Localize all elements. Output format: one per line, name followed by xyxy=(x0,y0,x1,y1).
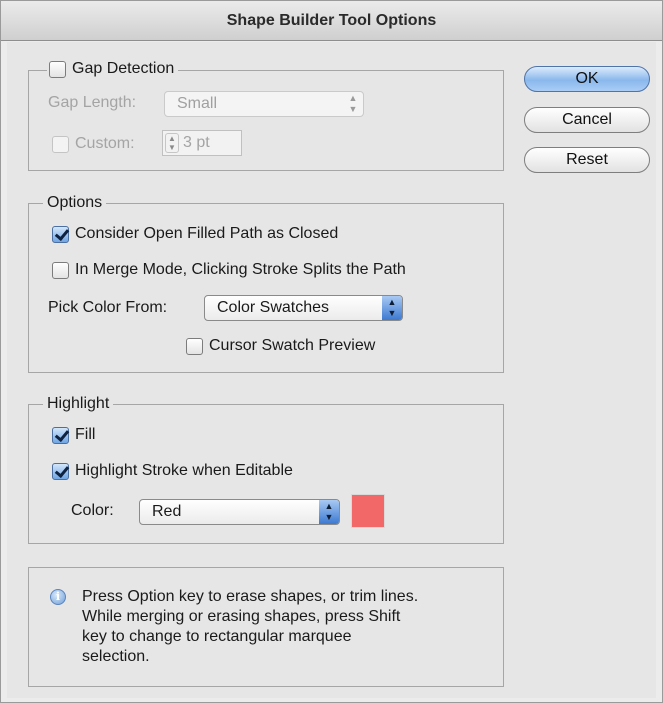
cursor-preview-label: Cursor Swatch Preview xyxy=(209,337,376,354)
custom-stepper-icon[interactable]: ▲ ▼ xyxy=(165,133,179,153)
highlight-color-swatch[interactable] xyxy=(351,494,385,528)
custom-toggle[interactable]: Custom: xyxy=(52,135,135,153)
custom-value-stepper[interactable]: ▲ ▼ 3 pt xyxy=(162,130,242,156)
gap-detection-group xyxy=(28,70,504,171)
pick-color-select[interactable]: Color Swatches ▲ ▼ xyxy=(204,295,403,321)
gap-detection-checkbox[interactable] xyxy=(49,60,66,78)
dialog-title: Shape Builder Tool Options xyxy=(1,1,662,41)
gap-length-chevron-icon: ▲ ▼ xyxy=(348,93,358,114)
fill-checkbox[interactable] xyxy=(52,426,69,444)
merge-mode-label: In Merge Mode, Clicking Stroke Splits th… xyxy=(75,261,406,278)
highlight-stroke-toggle[interactable]: Highlight Stroke when Editable xyxy=(52,462,293,480)
info-icon: i xyxy=(50,589,66,605)
highlight-color-select[interactable]: Red ▲ ▼ xyxy=(139,499,340,525)
custom-checkbox[interactable] xyxy=(52,135,69,153)
highlight-stroke-label: Highlight Stroke when Editable xyxy=(75,462,293,479)
cancel-button[interactable]: Cancel xyxy=(524,107,650,133)
cursor-preview-toggle[interactable]: Cursor Swatch Preview xyxy=(186,337,375,355)
custom-value: 3 pt xyxy=(183,134,210,151)
pick-color-label: Pick Color From: xyxy=(48,299,168,316)
dialog-window: Shape Builder Tool Options Gap Detection… xyxy=(0,0,663,703)
highlight-color-chevron-icon: ▲ ▼ xyxy=(319,500,339,524)
custom-label: Custom: xyxy=(75,135,135,152)
ok-button[interactable]: OK xyxy=(524,66,650,92)
pick-color-chevron-icon: ▲ ▼ xyxy=(382,296,402,320)
merge-mode-toggle[interactable]: In Merge Mode, Clicking Stroke Splits th… xyxy=(52,261,406,279)
merge-mode-checkbox[interactable] xyxy=(52,261,69,279)
highlight-stroke-checkbox[interactable] xyxy=(52,462,69,480)
dialog-content: Gap Detection Gap Length: Small ▲ ▼ Custo… xyxy=(7,42,656,698)
highlight-legend: Highlight xyxy=(43,395,114,413)
fill-label: Fill xyxy=(75,426,96,443)
reset-button[interactable]: Reset xyxy=(524,147,650,173)
open-filled-checkbox[interactable] xyxy=(52,225,69,243)
cursor-preview-checkbox[interactable] xyxy=(186,337,203,355)
gap-detection-toggle[interactable]: Gap Detection xyxy=(47,60,179,78)
info-text: Press Option key to erase shapes, or tri… xyxy=(82,588,419,665)
color-label: Color: xyxy=(71,502,114,519)
gap-length-select[interactable]: Small ▲ ▼ xyxy=(164,91,364,117)
fill-toggle[interactable]: Fill xyxy=(52,426,95,444)
options-legend: Options xyxy=(43,194,107,212)
open-filled-toggle[interactable]: Consider Open Filled Path as Closed xyxy=(52,225,338,243)
gap-length-label: Gap Length: xyxy=(48,94,137,111)
gap-detection-label: Gap Detection xyxy=(72,60,175,77)
open-filled-label: Consider Open Filled Path as Closed xyxy=(75,225,339,242)
